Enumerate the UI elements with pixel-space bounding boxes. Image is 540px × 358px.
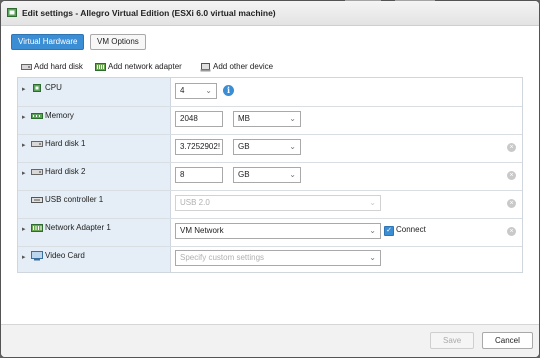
info-icon[interactable]: i xyxy=(223,85,234,96)
save-button[interactable]: Save xyxy=(430,332,475,349)
network-adapter-icon xyxy=(95,63,106,71)
usb-controller-icon xyxy=(31,197,43,203)
memory-size-value: 2048 xyxy=(180,114,198,123)
hardware-grid: ▸ CPU 4 ⌄ i ▸ Memory 2048 MB ⌄ ▸ Hard di… xyxy=(17,77,523,273)
memory-row: ▸ Memory 2048 MB ⌄ xyxy=(18,106,522,135)
chevron-down-icon: ⌄ xyxy=(205,86,212,95)
connect-label: Connect xyxy=(396,225,426,234)
dialog-titlebar[interactable]: Edit settings - Allegro Virtual Edition … xyxy=(1,1,539,26)
cpu-row: ▸ CPU 4 ⌄ i xyxy=(18,78,522,107)
hard-disk-2-label: Hard disk 2 xyxy=(45,167,86,176)
hard-disk-icon xyxy=(21,64,32,70)
dialog-title: Edit settings - Allegro Virtual Edition … xyxy=(22,8,276,18)
chevron-down-icon: ⌄ xyxy=(369,198,376,207)
add-network-adapter-label: Add network adapter xyxy=(108,62,182,71)
usb-type-select: USB 2.0 ⌄ xyxy=(175,195,381,211)
cpu-label: CPU xyxy=(45,83,62,92)
hard-disk-icon xyxy=(31,141,43,147)
network-value: VM Network xyxy=(180,226,224,235)
usb-controller-label: USB controller 1 xyxy=(45,195,104,204)
vm-icon xyxy=(7,8,17,17)
hard-disk-2-size-value: 8 xyxy=(180,170,185,179)
other-device-icon xyxy=(200,63,211,72)
memory-unit-select[interactable]: MB ⌄ xyxy=(233,111,301,127)
video-card-settings-select[interactable]: Specify custom settings ⌄ xyxy=(175,250,381,266)
memory-size-input[interactable]: 2048 xyxy=(175,111,223,127)
chevron-down-icon: ⌄ xyxy=(289,142,296,151)
usb-type-value: USB 2.0 xyxy=(180,198,210,207)
tab-virtual-hardware[interactable]: Virtual Hardware xyxy=(11,34,85,50)
chevron-down-icon: ⌄ xyxy=(289,170,296,179)
hard-disk-1-label: Hard disk 1 xyxy=(45,139,86,148)
video-card-label: Video Card xyxy=(45,251,85,260)
video-card-settings-value: Specify custom settings xyxy=(180,253,265,262)
chevron-down-icon: ⌄ xyxy=(369,226,376,235)
cpu-icon xyxy=(33,84,41,92)
connect-checkbox[interactable]: ✓ xyxy=(384,226,394,236)
network-adapter-row: ▸ Network Adapter 1 VM Network ⌄ ✓ Conne… xyxy=(18,218,522,247)
hard-disk-2-size-input[interactable]: 8 xyxy=(175,167,223,183)
video-card-row: ▸ Video Card Specify custom settings ⌄ xyxy=(18,246,522,272)
edit-settings-dialog: Edit settings - Allegro Virtual Edition … xyxy=(1,1,539,357)
expand-chevron-icon[interactable]: ▸ xyxy=(22,85,26,93)
expand-chevron-icon[interactable]: ▸ xyxy=(22,253,26,261)
hard-disk-icon xyxy=(31,169,43,175)
expand-chevron-icon[interactable]: ▸ xyxy=(22,113,26,121)
remove-device-icon[interactable]: × xyxy=(507,143,516,152)
hard-disk-2-unit-value: GB xyxy=(238,170,250,179)
hard-disk-1-unit-select[interactable]: GB ⌄ xyxy=(233,139,301,155)
chevron-down-icon: ⌄ xyxy=(369,253,376,262)
remove-device-icon[interactable]: × xyxy=(507,171,516,180)
memory-label: Memory xyxy=(45,111,74,120)
hard-disk-1-unit-value: GB xyxy=(238,142,250,151)
hard-disk-1-row: ▸ Hard disk 1 3.7252902! GB ⌄ × xyxy=(18,134,522,163)
hard-disk-1-size-value: 3.7252902! xyxy=(180,142,221,151)
cancel-button[interactable]: Cancel xyxy=(482,332,533,349)
network-adapter-icon xyxy=(31,224,43,232)
add-hard-disk-label: Add hard disk xyxy=(34,62,83,71)
chevron-down-icon: ⌄ xyxy=(289,114,296,123)
remove-device-icon[interactable]: × xyxy=(507,199,516,208)
memory-icon xyxy=(31,113,43,119)
remove-device-icon[interactable]: × xyxy=(507,227,516,236)
memory-unit-value: MB xyxy=(238,114,250,123)
hard-disk-2-unit-select[interactable]: GB ⌄ xyxy=(233,167,301,183)
dialog-footer: Save Cancel xyxy=(1,324,539,357)
expand-chevron-icon[interactable]: ▸ xyxy=(22,169,26,177)
hard-disk-1-size-input[interactable]: 3.7252902! xyxy=(175,139,223,155)
tab-vm-options[interactable]: VM Options xyxy=(90,34,146,50)
cpu-count-select[interactable]: 4 ⌄ xyxy=(175,83,217,99)
hard-disk-2-row: ▸ Hard disk 2 8 GB ⌄ × xyxy=(18,162,522,191)
expand-chevron-icon[interactable]: ▸ xyxy=(22,225,26,233)
add-other-device-label: Add other device xyxy=(213,62,274,71)
usb-controller-row: USB controller 1 USB 2.0 ⌄ × xyxy=(18,190,522,219)
network-select[interactable]: VM Network ⌄ xyxy=(175,223,381,239)
expand-chevron-icon[interactable]: ▸ xyxy=(22,141,26,149)
cpu-count-value: 4 xyxy=(180,86,185,95)
network-adapter-label: Network Adapter 1 xyxy=(45,223,111,232)
video-card-icon xyxy=(31,251,43,261)
